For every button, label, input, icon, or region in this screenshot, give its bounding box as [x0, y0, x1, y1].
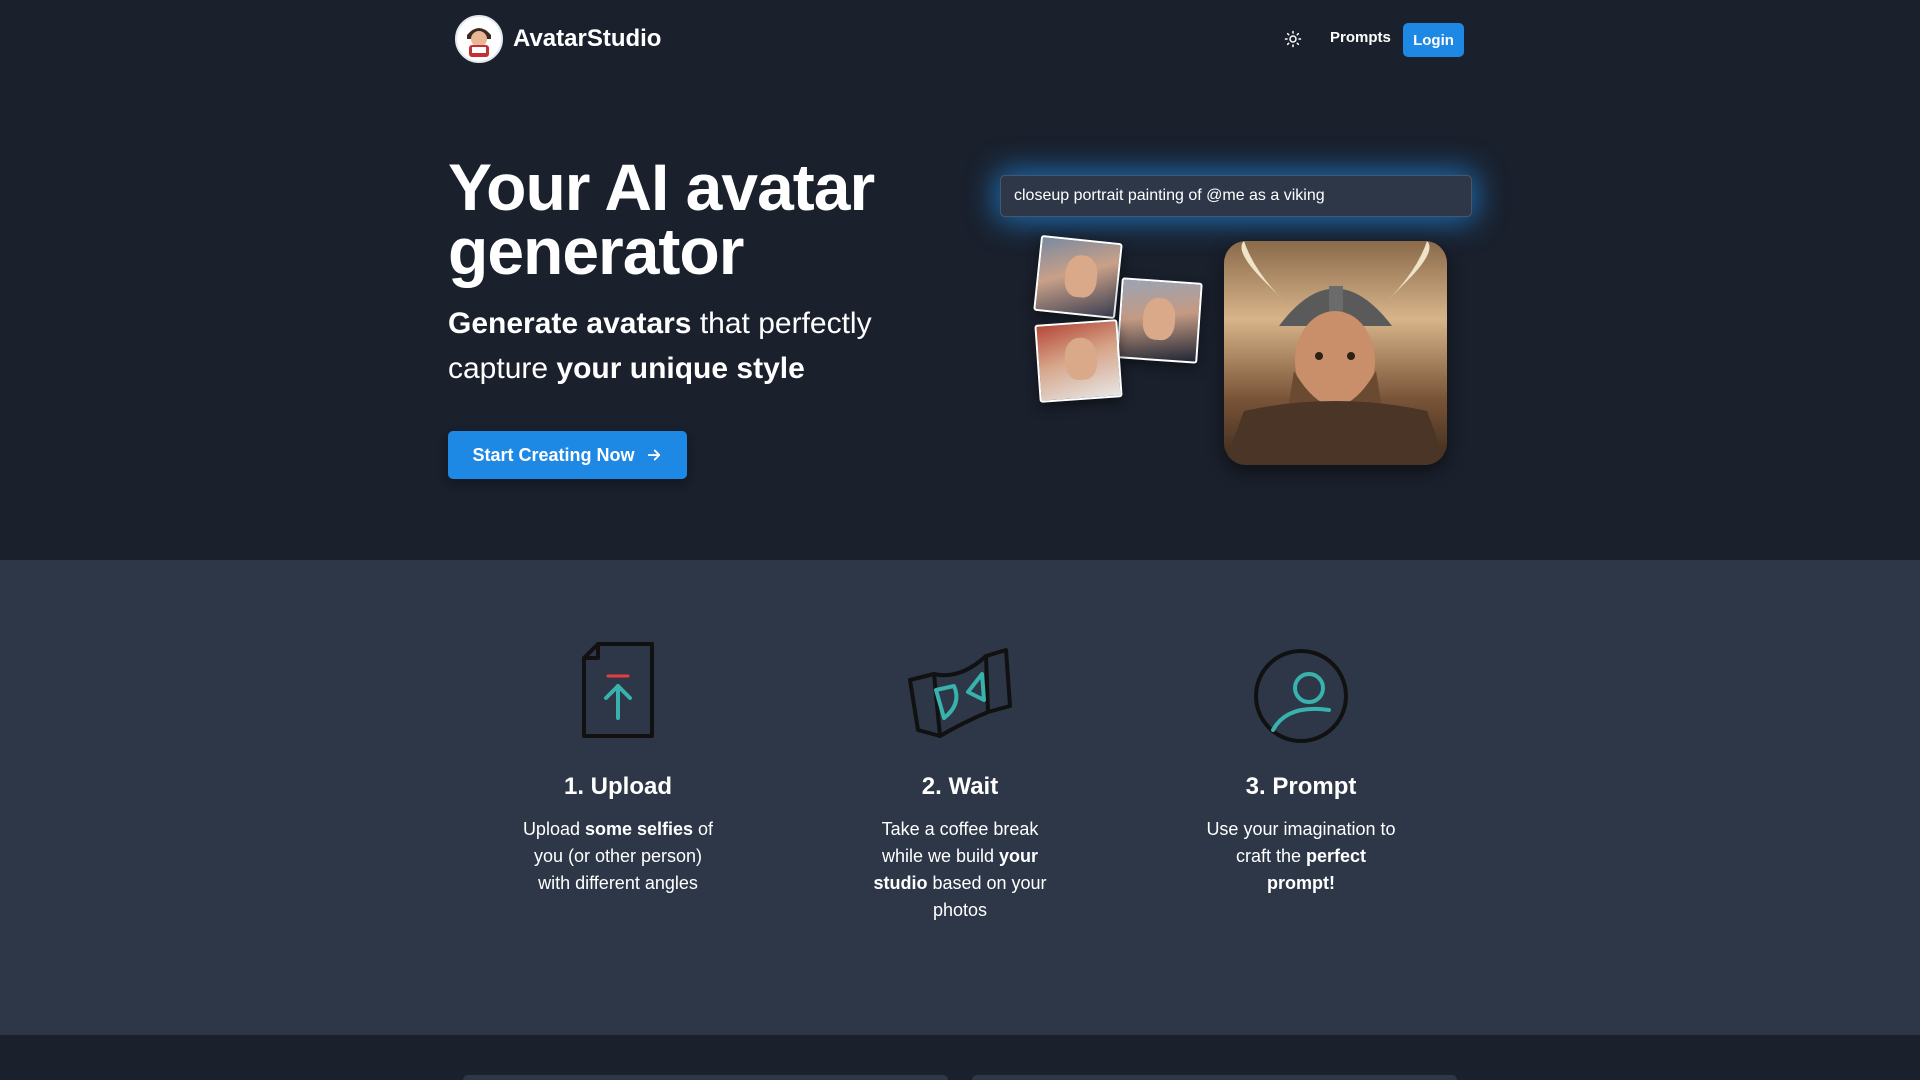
header: AvatarStudio Prompts Login [0, 0, 1920, 80]
step-description: Upload some selfies of you (or other per… [488, 816, 748, 897]
step-text-bold: some selfies [584, 819, 694, 839]
arrow-right-icon [647, 449, 660, 461]
brand-avatar-icon [455, 15, 503, 63]
hourglass-icon [908, 648, 1012, 738]
start-creating-button[interactable]: Start Creating Now [448, 431, 687, 479]
selfie-photo [1033, 234, 1123, 320]
step-text-c: based on your photos [927, 873, 1047, 920]
step-description: Use your imagination to craft the perfec… [1171, 816, 1431, 897]
generated-viking-avatar [1224, 241, 1447, 465]
how-it-works-section: 1. Upload Upload some selfies of you (or… [0, 560, 1920, 1035]
file-upload-icon [582, 642, 654, 738]
user-icon [1254, 649, 1348, 743]
step-description: Take a coffee break while we build your … [830, 816, 1090, 924]
brand-logo-link[interactable]: AvatarStudio [455, 15, 662, 63]
bottom-card [463, 1075, 948, 1080]
step-title: 3. Prompt [1245, 773, 1357, 800]
step-text-a: Upload [522, 819, 585, 839]
login-button[interactable]: Login [1403, 23, 1464, 57]
nav-prompts-link[interactable]: Prompts [1330, 29, 1391, 46]
sun-icon[interactable] [1282, 28, 1304, 50]
selfie-photo [1034, 319, 1123, 403]
step-title: 2. Wait [921, 773, 999, 800]
bottom-section [0, 1035, 1920, 1080]
brand-name: AvatarStudio [513, 25, 662, 52]
hero-subtitle-bold-2: your unique style [556, 352, 805, 385]
hero-subtitle-bold-1: Generate avatars [448, 307, 692, 340]
step-title: 1. Upload [563, 773, 672, 800]
hero-title: Your AI avatar generator [448, 150, 875, 288]
hero-subtitle: Generate avatars that perfectly capture … [448, 301, 968, 391]
selfie-photo [1116, 277, 1203, 364]
bottom-card [972, 1075, 1457, 1080]
step-text-a: Use your imagination to craft the [1206, 819, 1396, 866]
start-creating-label: Start Creating Now [472, 444, 635, 465]
prompt-example-box: closeup portrait painting of @me as a vi… [1000, 175, 1472, 217]
